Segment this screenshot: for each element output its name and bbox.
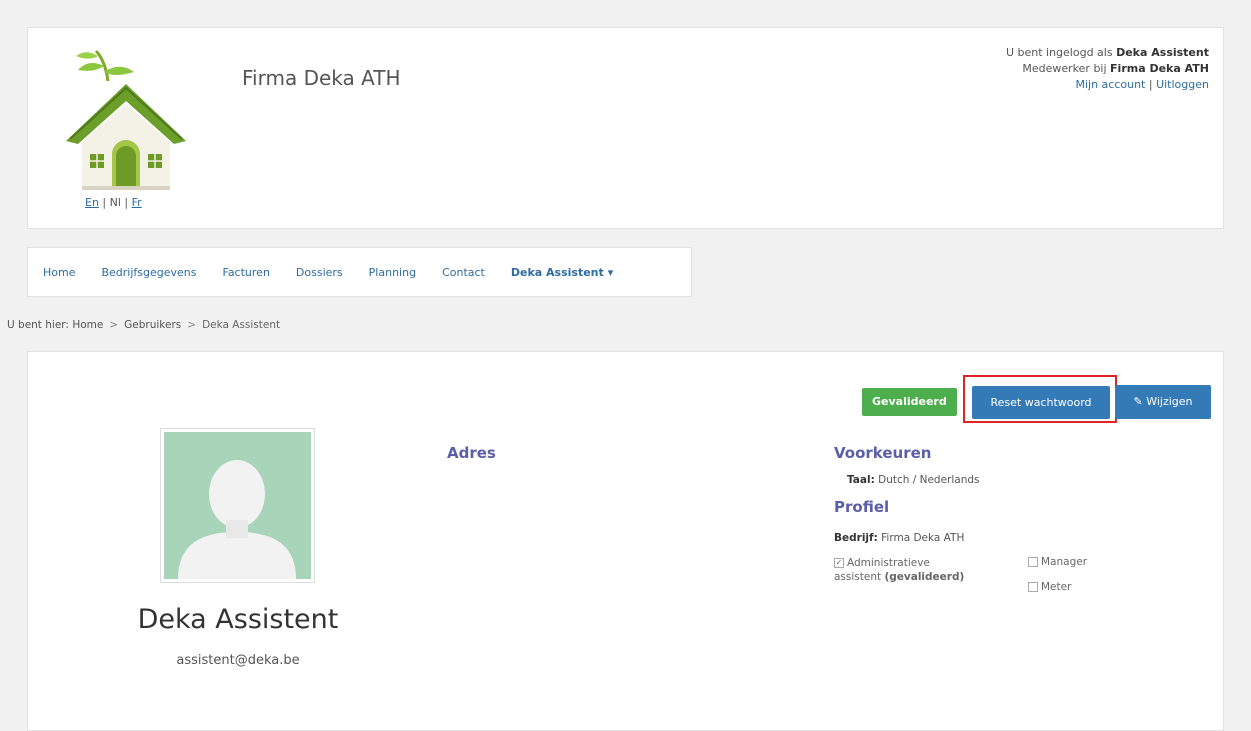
language-label: Taal: [847, 474, 875, 486]
user-menu-label: Deka Assistent [510, 265, 604, 279]
lang-nl-current: Nl [109, 196, 121, 209]
role-admin-assistant: ✓ Administratieve assistent (gevalideerd) [834, 556, 964, 584]
nav-item-user-menu[interactable]: Deka Assistent ▾ [511, 266, 613, 279]
logged-in-user: Deka Assistent [1116, 46, 1209, 59]
profile-heading: Profiel [834, 498, 890, 516]
breadcrumb-prefix: U bent hier: [7, 319, 69, 331]
chevron-down-icon: ▾ [607, 265, 614, 279]
company-label: Bedrijf: [834, 532, 878, 544]
lang-fr-link[interactable]: Fr [132, 196, 142, 209]
breadcrumb-separator: > [187, 319, 197, 331]
avatar [160, 428, 315, 583]
preferences-heading: Voorkeuren [834, 444, 932, 462]
lang-separator: | [98, 196, 110, 209]
role-label: Administratieve [847, 557, 930, 569]
header-panel: Firma Deka ATH En | Nl | Fr U bent ingel… [27, 27, 1224, 229]
language-switcher: En | Nl | Fr [85, 196, 142, 209]
language-value: Dutch / Nederlands [874, 474, 980, 486]
breadcrumb-separator: > [109, 319, 119, 331]
house-logo [46, 46, 198, 196]
nav-item-dossiers[interactable]: Dossiers [296, 266, 343, 279]
role-label-cont: assistent [834, 571, 882, 583]
employee-label: Medewerker bij [1022, 62, 1111, 75]
checkbox-unchecked-icon [1028, 582, 1038, 592]
company-value: Firma Deka ATH [877, 532, 965, 544]
lang-en-link[interactable]: En [85, 196, 99, 209]
my-account-link[interactable]: Mijn account [1075, 78, 1145, 91]
breadcrumb: U bent hier: Home > Gebruikers > Deka Assist… [7, 319, 280, 331]
role-label: Manager [1041, 556, 1088, 568]
nav-item-home[interactable]: Home [43, 266, 75, 279]
logout-link[interactable]: Uitloggen [1156, 78, 1209, 91]
company-info: Bedrijf: Firma Deka ATH [834, 532, 964, 544]
nav-item-facturen[interactable]: Facturen [223, 266, 270, 279]
employer-name: Firma Deka ATH [1110, 62, 1209, 75]
validated-status-badge: Gevalideerd [862, 388, 957, 416]
profile-email: assistent@deka.be [176, 653, 300, 668]
nav-item-planning[interactable]: Planning [369, 266, 416, 279]
logged-in-label: U bent ingelogd als [1005, 46, 1117, 59]
role-manager: Manager [1028, 556, 1087, 568]
user-info: U bent ingelogd als Deka Assistent Medew… [1006, 45, 1209, 93]
breadcrumb-current: Deka Assistent [202, 319, 281, 331]
address-heading: Adres [447, 444, 496, 462]
profile-name: Deka Assistent [137, 604, 339, 635]
edit-icon: ✎ [1133, 395, 1147, 408]
company-name: Firma Deka ATH [242, 66, 401, 90]
reset-password-button[interactable]: Reset wachtwoord [972, 386, 1110, 419]
role-meter: Meter [1028, 581, 1071, 593]
avatar-placeholder-icon [164, 432, 311, 579]
language-preference: Taal: Dutch / Nederlands [847, 474, 980, 486]
role-label: Meter [1041, 581, 1072, 593]
role-status: (gevalideerd) [884, 571, 965, 583]
account-separator: | [1145, 78, 1157, 91]
breadcrumb-users[interactable]: Gebruikers [124, 319, 181, 331]
breadcrumb-home[interactable]: Home [72, 319, 103, 331]
profile-panel: Gevalideerd Reset wachtwoord ✎ Wijzigen … [27, 351, 1224, 731]
edit-button-label: Wijzigen [1146, 395, 1193, 408]
main-nav: Home Bedrijfsgegevens Facturen Dossiers … [27, 247, 692, 297]
nav-item-bedrijfsgegevens[interactable]: Bedrijfsgegevens [101, 266, 196, 279]
lang-separator: | [120, 196, 132, 209]
checkbox-unchecked-icon [1028, 557, 1038, 567]
edit-button[interactable]: ✎ Wijzigen [1115, 385, 1211, 419]
nav-item-contact[interactable]: Contact [442, 266, 485, 279]
checkbox-checked-icon: ✓ [834, 558, 844, 568]
